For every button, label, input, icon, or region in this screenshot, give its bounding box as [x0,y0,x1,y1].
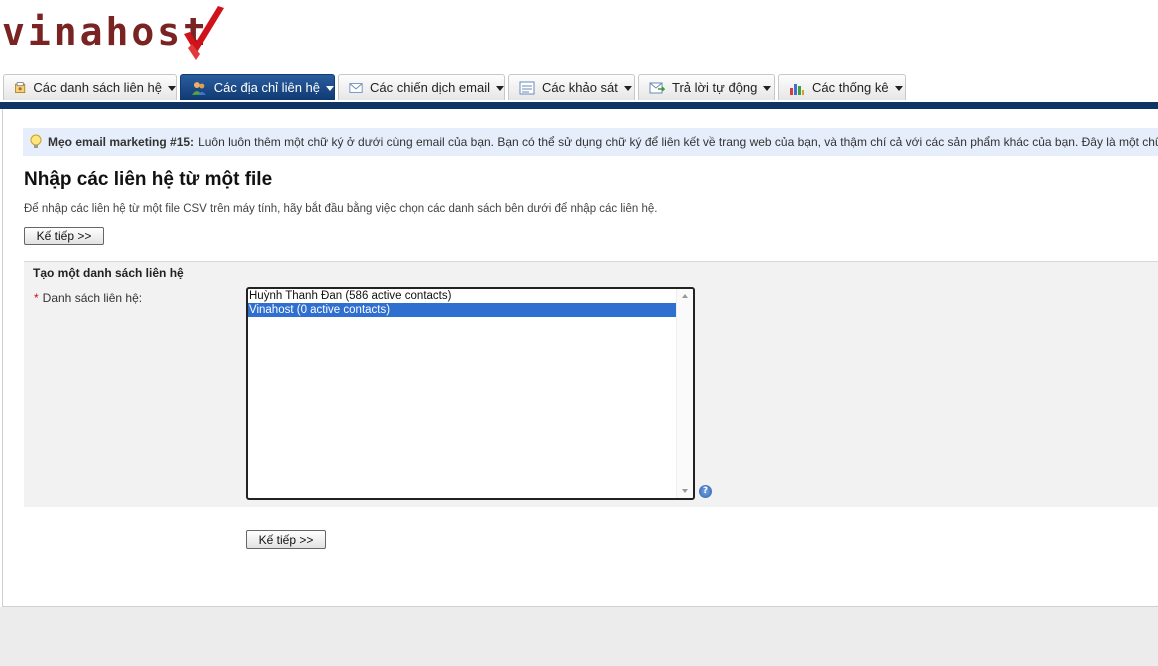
tab-contacts[interactable]: Các địa chỉ liên hệ [180,74,335,100]
scroll-down-icon[interactable] [682,489,688,493]
logo-check-icon [184,6,224,60]
scroll-up-icon[interactable] [682,294,688,298]
tab-statistics[interactable]: Các thống kê [778,74,906,100]
contact-list-icon [15,81,26,93]
chevron-down-icon [894,86,903,91]
tab-surveys[interactable]: Các khảo sát [508,74,635,100]
chevron-down-icon [496,86,504,91]
page-footer-area [0,607,1158,666]
help-icon[interactable]: ? [699,485,712,498]
contact-list-form: * Danh sách liên hệ: Huỳnh Thanh Đan (586… [24,283,1158,507]
section-title: Tạo một danh sách liên hệ [24,261,1158,283]
contact-list-label: * Danh sách liên hệ: [34,291,142,305]
tab-label: Các địa chỉ liên hệ [213,80,320,95]
tab-label: Các chiến dịch email [370,80,490,95]
list-option-selected[interactable]: Vinahost (0 active contacts) [248,303,678,317]
tab-label: Các thống kê [812,80,889,95]
page-title: Nhập các liên hệ từ một file [24,169,273,190]
chevron-down-icon [763,86,772,91]
listbox-scrollbar[interactable] [676,289,693,498]
chevron-down-icon [326,86,334,91]
next-button-bottom[interactable]: Kế tiếp >> [246,530,326,549]
tab-label: Trả lời tự động [672,80,758,95]
marketing-tip: Mẹo email marketing #15: Luôn luôn thêm … [23,128,1158,156]
list-option[interactable]: Huỳnh Thanh Đan (586 active contacts) [248,289,678,303]
nav-bar [0,102,1158,109]
page-description: Để nhập các liên hệ từ một file CSV trên… [24,203,658,215]
required-mark: * [34,291,39,305]
tab-autoresponders[interactable]: Trả lời tự động [638,74,775,100]
survey-icon [519,81,535,94]
chevron-down-icon [623,86,632,91]
tip-title: Mẹo email marketing #15: [48,135,195,149]
tab-email-campaigns[interactable]: Các chiến dịch email [338,74,505,100]
contacts-icon [191,81,206,95]
vinahost-logo[interactable]: vinahost [0,2,230,62]
tab-label: Các khảo sát [542,80,618,95]
field-label-text: Danh sách liên hệ: [42,291,143,305]
next-button-top[interactable]: Kế tiếp >> [24,227,104,245]
main-content: Mẹo email marketing #15: Luôn luôn thêm … [2,109,1158,607]
lightbulb-icon [30,134,42,148]
autoresponder-icon [649,82,665,93]
header: vinahost [0,0,1158,74]
tab-contact-lists[interactable]: Các danh sách liên hệ [3,74,177,100]
chevron-down-icon [168,86,176,91]
bar-chart-icon [790,83,804,95]
envelope-icon [349,82,363,93]
contact-list-select[interactable]: Huỳnh Thanh Đan (586 active contacts) Vi… [246,287,695,500]
main-tabs: Các danh sách liên hệ Các địa chỉ liên h… [0,74,1158,102]
tip-text: Luôn luôn thêm một chữ ký ở dưới cùng em… [198,135,1158,149]
tab-label: Các danh sách liên hệ [33,80,162,95]
